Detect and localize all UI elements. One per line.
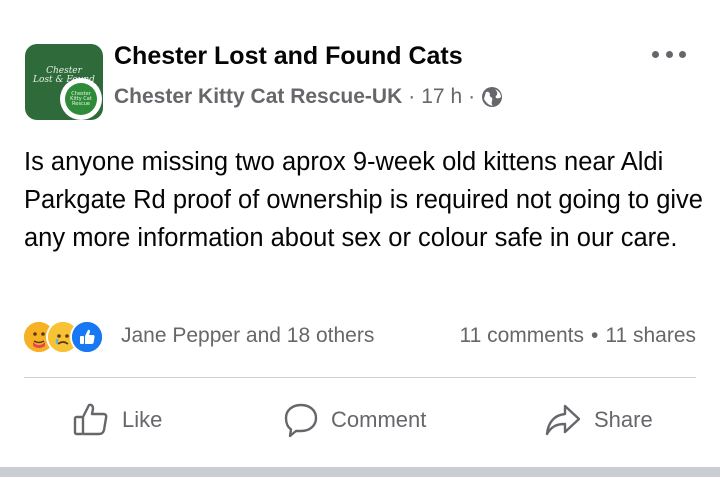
reaction-icons[interactable]: [22, 320, 104, 354]
comment-button[interactable]: Comment: [283, 397, 426, 443]
thumbs-up-icon: [73, 403, 108, 436]
meta-separator-2: ·: [468, 85, 476, 108]
dot-icon: [665, 50, 673, 58]
post-meta: Chester Kitty Cat Rescue-UK · 17 h ·: [114, 85, 503, 109]
comments-count[interactable]: 11 comments: [459, 324, 584, 347]
action-bar: Like Comment Share: [0, 397, 720, 443]
post-separator-bar: [0, 467, 720, 477]
share-icon: [545, 404, 581, 436]
divider: [24, 377, 696, 378]
like-label: Like: [122, 407, 163, 432]
meta-separator: ·: [408, 85, 416, 108]
dot-icon: [652, 50, 659, 58]
share-label: Share: [594, 407, 653, 432]
comment-icon: [284, 403, 318, 438]
like-icon: [70, 320, 104, 354]
author-name[interactable]: Chester Kitty Cat Rescue-UK: [114, 85, 402, 109]
author-avatar-badge[interactable]: Chester Kitty Cat Rescue: [60, 78, 102, 120]
dot-icon: [679, 50, 686, 58]
globe-icon: [481, 86, 503, 108]
share-button[interactable]: Share: [544, 397, 653, 443]
comment-label: Comment: [331, 407, 427, 432]
post-time[interactable]: 17 h: [421, 85, 462, 109]
like-button[interactable]: Like: [72, 397, 162, 443]
post-body: Is anyone missing two aprox 9-week old k…: [24, 148, 703, 252]
counts-separator: •: [590, 324, 599, 347]
badge-logo: Chester Kitty Cat Rescue: [65, 83, 97, 115]
shares-count[interactable]: 11 shares: [605, 324, 696, 347]
reaction-names[interactable]: Jane Pepper and 18 others: [121, 324, 374, 348]
engagement-counts: 11 comments • 11 shares: [459, 324, 696, 348]
badge-text: Chester Kitty Cat Rescue: [70, 90, 92, 107]
group-name[interactable]: Chester Lost and Found Cats: [114, 42, 463, 71]
more-options-button[interactable]: [652, 46, 686, 62]
